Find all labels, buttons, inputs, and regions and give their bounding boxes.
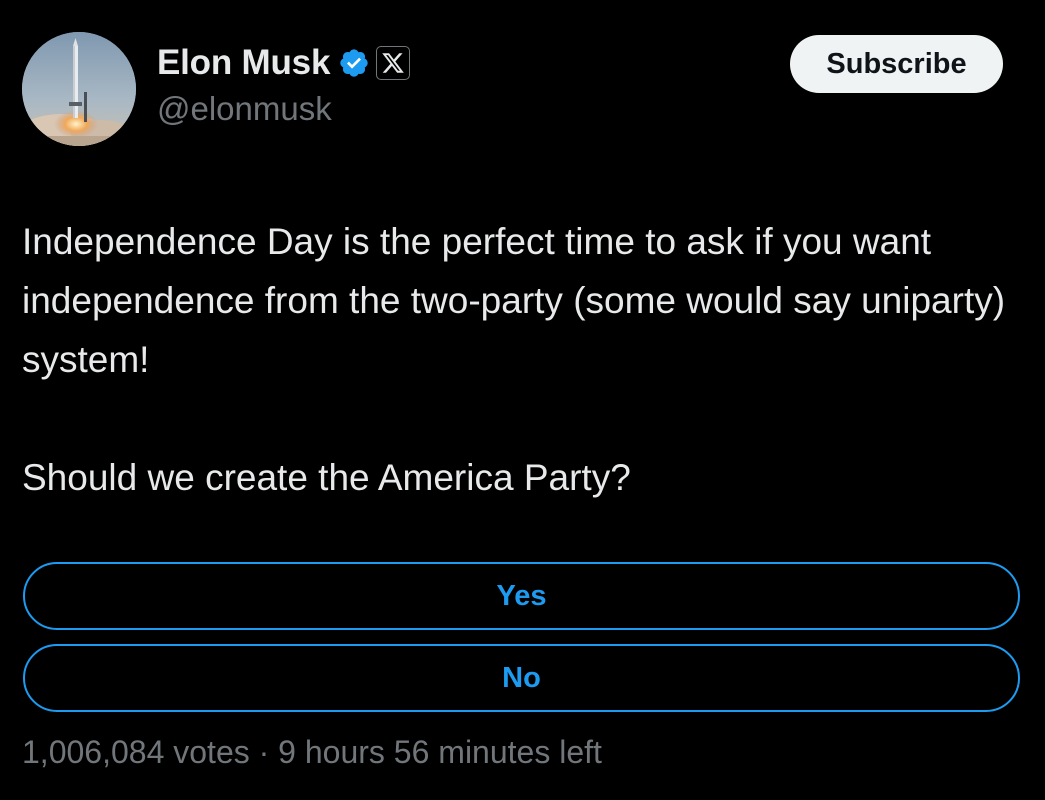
poll-option-no[interactable]: No bbox=[23, 644, 1020, 712]
x-logo-icon[interactable] bbox=[376, 46, 411, 80]
poll-meta: 1,006,084 votes · 9 hours 56 minutes lef… bbox=[22, 734, 602, 771]
subscribe-button[interactable]: Subscribe bbox=[790, 35, 1003, 93]
poll-option-label: No bbox=[502, 661, 541, 694]
avatar[interactable] bbox=[22, 32, 136, 146]
author-name-row: Elon Musk bbox=[157, 40, 411, 86]
poll-option-label: Yes bbox=[496, 579, 547, 612]
poll-time-left: 9 hours 56 minutes left bbox=[278, 734, 602, 770]
verified-badge-icon bbox=[338, 47, 370, 79]
tweet-card: Elon Musk @elonmusk Subscribe Independen… bbox=[0, 0, 1045, 800]
author-display-name[interactable]: Elon Musk bbox=[157, 43, 330, 83]
rocket-launch-avatar-image bbox=[22, 32, 136, 146]
poll-meta-separator: · bbox=[258, 734, 270, 770]
author-handle[interactable]: @elonmusk bbox=[157, 90, 332, 128]
poll-vote-count: 1,006,084 votes bbox=[22, 734, 250, 770]
tweet-text: Independence Day is the perfect time to … bbox=[22, 221, 1006, 498]
poll-option-yes[interactable]: Yes bbox=[23, 562, 1020, 630]
